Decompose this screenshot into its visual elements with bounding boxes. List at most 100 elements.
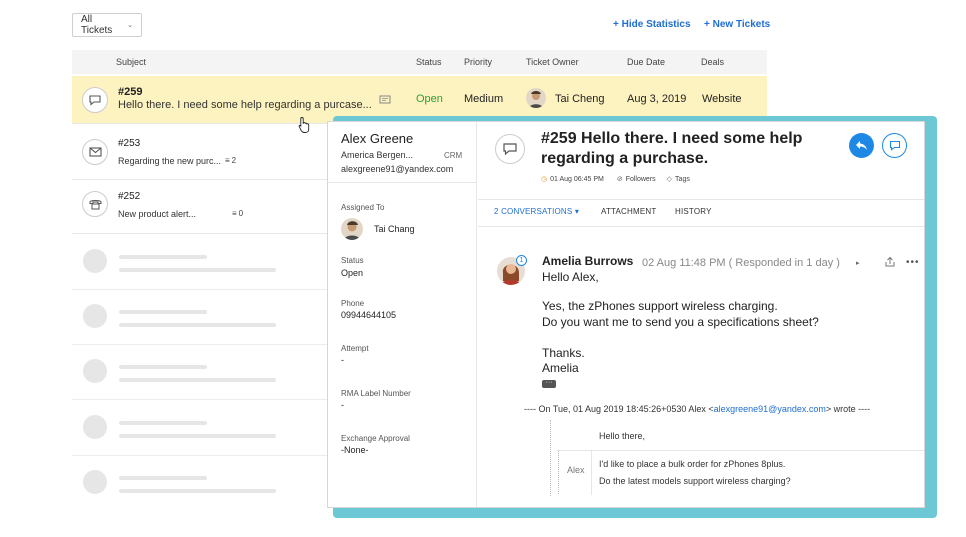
hide-statistics-link[interactable]: + Hide Statistics	[613, 19, 691, 30]
quote-header: ---- On Tue, 01 Aug 2019 18:45:26+0530 A…	[524, 404, 870, 414]
thread-icon: ≡	[225, 156, 230, 165]
chevron-down-icon: ▾	[574, 207, 580, 216]
placeholder-row	[72, 400, 332, 456]
ticket-title-line2: regarding a purchase.	[541, 150, 709, 167]
ticket-detail-panel: Alex Greene America Bergen... CRM alexgr…	[327, 121, 925, 508]
contact-name[interactable]: Alex Greene	[341, 131, 413, 146]
due-date: Aug 3, 2019	[627, 93, 687, 105]
column-due-date[interactable]: Due Date	[627, 57, 665, 67]
field-value-phone[interactable]: 09944644105	[341, 310, 396, 320]
message-line: Amelia	[542, 361, 579, 375]
more-options-icon[interactable]: •••	[906, 257, 920, 268]
divider	[591, 451, 592, 495]
envelope-icon	[82, 139, 108, 165]
field-label: Phone	[341, 299, 365, 308]
quote-email-link[interactable]: alexgreene91@yandex.com	[714, 404, 826, 414]
message-meta: 02 Aug 11:48 PM ( Responded in 1 day )	[642, 257, 840, 269]
message-line: Yes, the zPhones support wireless chargi…	[542, 299, 778, 313]
ticket-subject[interactable]: Hello there. I need some help regarding …	[118, 99, 372, 111]
field-value-attempt[interactable]: -	[341, 355, 344, 365]
tags-link[interactable]: Tags	[675, 176, 690, 183]
tab-conversations[interactable]: 2 CONVERSATIONS ▾	[494, 207, 579, 216]
quote-sender: Alex	[567, 465, 585, 475]
ticket-filter-dropdown[interactable]: All Tickets ⌄	[72, 13, 142, 37]
thread-icon: ≡	[232, 209, 237, 218]
message-line: Hello Alex,	[542, 270, 599, 284]
comment-button[interactable]	[882, 133, 907, 158]
tab-attachment[interactable]: ATTACHMENT	[601, 207, 656, 216]
tab-history[interactable]: HISTORY	[675, 207, 712, 216]
reply-count-icon[interactable]	[379, 95, 391, 105]
phone-icon	[82, 191, 108, 217]
placeholder-row	[72, 455, 332, 511]
thread-count: ≡ 0	[232, 209, 243, 218]
avatar	[526, 88, 546, 108]
column-deals[interactable]: Deals	[701, 57, 724, 67]
column-subject[interactable]: Subject	[116, 57, 146, 67]
column-ticket-owner[interactable]: Ticket Owner	[526, 57, 579, 67]
quote-header-suffix: > wrote ----	[825, 404, 871, 414]
quote-line: Do the latest models support wireless ch…	[599, 476, 791, 486]
followers-link[interactable]: Followers	[626, 176, 656, 183]
expand-icon[interactable]: ▸	[856, 259, 860, 267]
status-badge: Open	[416, 93, 443, 105]
ticket-title-line1: #259 Hello there. I need some help	[541, 130, 803, 147]
ticket-table-header: Subject Status Priority Ticket Owner Due…	[72, 50, 767, 74]
field-value-exchange[interactable]: -None-	[341, 445, 369, 455]
chat-bubble-icon	[495, 134, 525, 164]
field-label: RMA Label Number	[341, 389, 411, 398]
tag-icon: ◇	[666, 176, 673, 183]
ticket-number: #252	[118, 191, 141, 202]
contact-email[interactable]: alexgreene91@yandex.com	[341, 164, 453, 174]
quoted-inner: Alex I'd like to place a bulk order for …	[558, 450, 924, 495]
ticket-number: #259	[118, 86, 143, 98]
contact-company[interactable]: America Bergen...	[341, 150, 413, 160]
new-tickets-link[interactable]: + New Tickets	[704, 19, 770, 30]
reply-button[interactable]	[849, 133, 874, 158]
placeholder-row	[72, 289, 332, 345]
thread-count-value: 0	[238, 209, 244, 218]
field-value-status[interactable]: Open	[341, 268, 363, 278]
ticket-owner[interactable]: Tai Cheng	[555, 93, 605, 105]
followers-icon: ⊘	[616, 176, 623, 183]
crm-tag[interactable]: CRM	[444, 151, 462, 160]
filter-label: All Tickets	[81, 14, 113, 36]
share-icon[interactable]	[884, 256, 896, 268]
quoted-block: Hello there, Alex I'd like to place a bu…	[550, 420, 924, 496]
divider	[328, 182, 477, 183]
tab-conversations-label: 2 CONVERSATIONS	[494, 207, 573, 216]
message-author[interactable]: Amelia Burrows	[542, 254, 633, 268]
clock-icon: ◷	[541, 176, 548, 183]
field-label: Status	[341, 256, 364, 265]
message-line: Thanks.	[542, 346, 585, 360]
show-quoted-text-button[interactable]: ···	[542, 379, 556, 388]
ticket-main: #259 Hello there. I need some help regar…	[478, 122, 924, 507]
message-count-badge: 1	[516, 255, 527, 266]
ticket-date: 01 Aug 06:45 PM	[550, 175, 604, 183]
avatar	[341, 218, 363, 240]
ticket-subject[interactable]: New product alert...	[118, 209, 196, 219]
ticket-subject[interactable]: Regarding the new purc...	[118, 156, 221, 166]
placeholder-row	[72, 234, 332, 290]
ticket-number: #253	[118, 138, 141, 149]
chat-bubble-icon	[82, 87, 108, 113]
field-label: Exchange Approval	[341, 434, 410, 443]
thread-count-value: 2	[231, 156, 237, 165]
quote-line: I'd like to place a bulk order for zPhon…	[599, 459, 786, 469]
field-value-rma[interactable]: -	[341, 400, 344, 410]
column-status[interactable]: Status	[416, 57, 442, 67]
field-label: Attempt	[341, 344, 369, 353]
ticket-meta: ◷ 01 Aug 06:45 PM ⊘ Followers ◇ Tags	[541, 175, 690, 184]
column-priority[interactable]: Priority	[464, 57, 492, 67]
assignee-name[interactable]: Tai Chang	[374, 224, 415, 234]
quote-greeting: Hello there,	[599, 431, 646, 441]
chevron-down-icon: ⌄	[127, 22, 133, 29]
placeholder-row	[72, 344, 332, 400]
thread-count: ≡ 2	[225, 156, 236, 165]
divider	[478, 226, 924, 227]
message-line: Do you want me to send you a specificati…	[542, 315, 819, 329]
divider	[478, 199, 924, 200]
quote-header-prefix: ---- On Tue, 01 Aug 2019 18:45:26+0530 A…	[524, 404, 714, 414]
contact-sidebar: Alex Greene America Bergen... CRM alexgr…	[328, 122, 477, 507]
deal-value[interactable]: Website	[702, 93, 742, 105]
